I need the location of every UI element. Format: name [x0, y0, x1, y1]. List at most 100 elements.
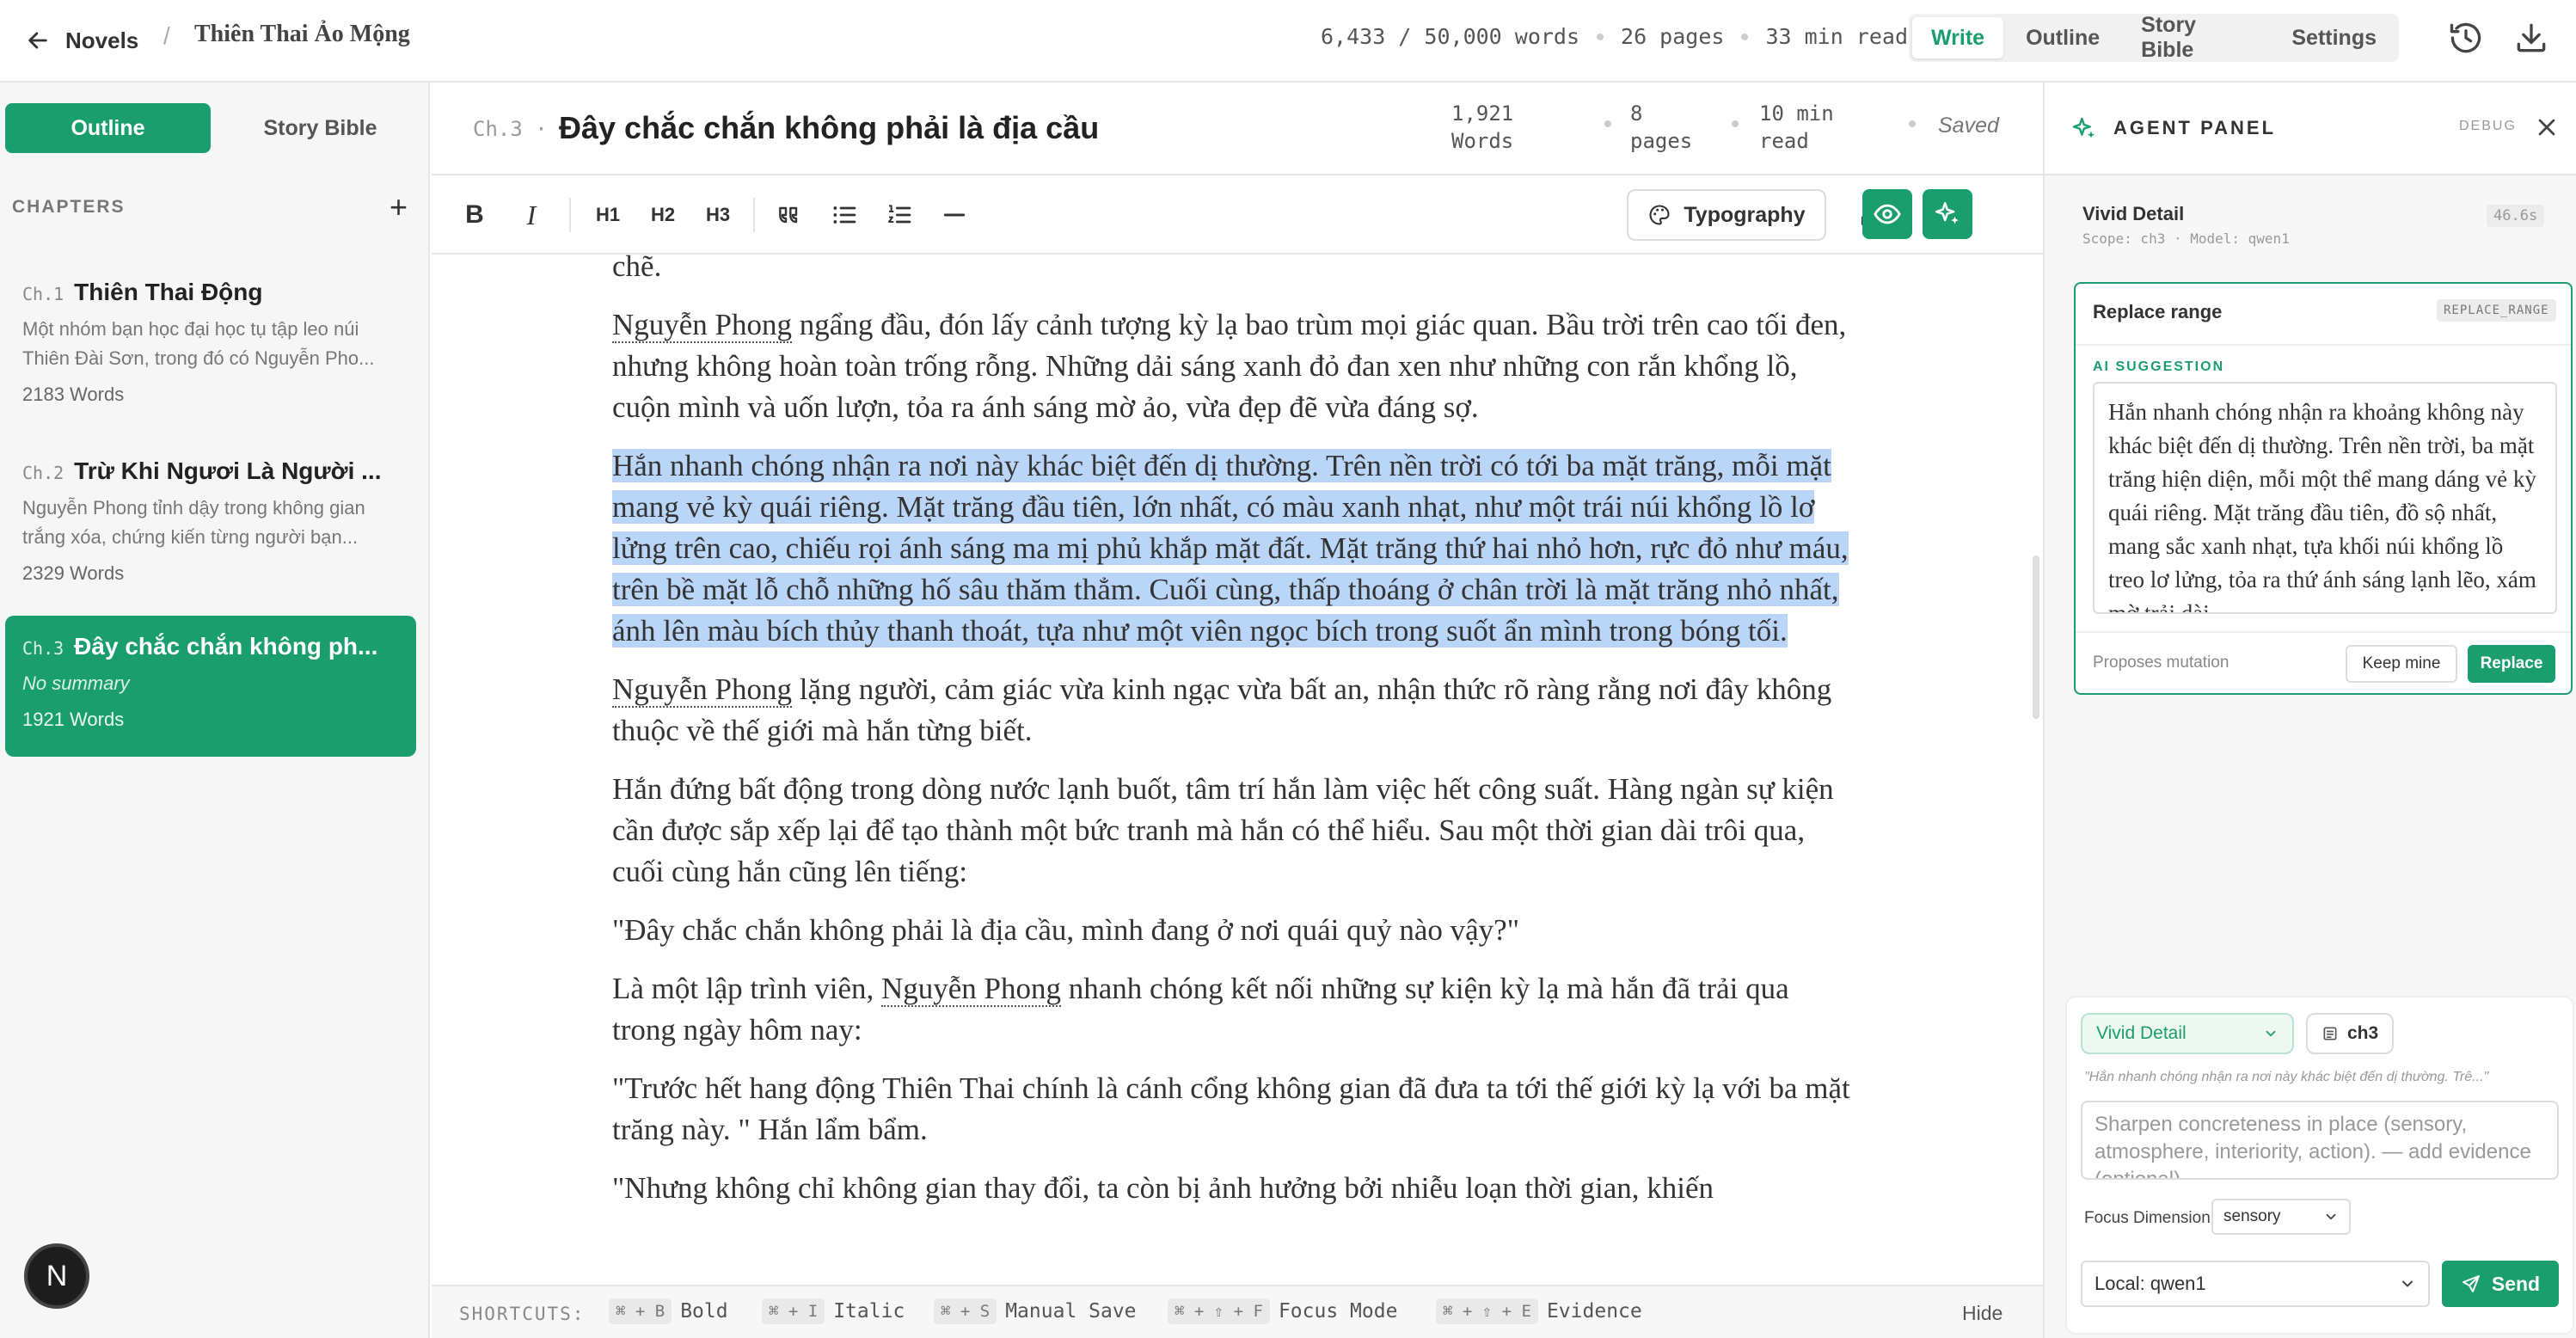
character-name-link[interactable]: Nguyễn Phong	[612, 308, 793, 343]
document-scrollbar[interactable]	[2033, 555, 2039, 719]
shortcut-keys: ⌘ + S	[934, 1298, 997, 1324]
shortcut-action: Bold	[680, 1300, 728, 1323]
send-label: Send	[2491, 1272, 2541, 1295]
chapter-number: Ch.3	[22, 638, 64, 659]
divider	[2076, 344, 2571, 346]
paragraph[interactable]: Là một lập trình viên, Nguyễn Phong nhan…	[612, 968, 1850, 1051]
chapter-document[interactable]: Nguyễn Phong đứng giữa dòng nước, ngơ ng…	[432, 255, 2043, 1285]
heading-2-button[interactable]: H2	[641, 196, 684, 234]
paragraph[interactable]: Nguyễn Phong lặng người, cảm giác vừa ki…	[612, 669, 1850, 752]
preview-toggle-button[interactable]	[1862, 189, 1912, 239]
stat-dot	[1909, 120, 1916, 127]
chapter-word-count: 2183 Words	[22, 384, 125, 405]
bullet-list-icon	[831, 201, 858, 229]
chapter-item-3[interactable]: Ch.3 Đây chắc chắn không ph... No summar…	[5, 616, 416, 757]
paragraph[interactable]: "Trước hết hang động Thiên Thai chính là…	[612, 1068, 1850, 1151]
horizontal-rule-button[interactable]	[935, 196, 973, 234]
model-select[interactable]: Local: qwen1	[2081, 1261, 2430, 1307]
paragraph[interactable]: "Đây chắc chắn không phải là địa cầu, mì…	[612, 910, 1850, 951]
tab-settings[interactable]: Settings	[2272, 17, 2395, 58]
typography-button[interactable]: Typography	[1627, 189, 1826, 241]
chapter-title-heading[interactable]: Đây chắc chắn không phải là địa cầu	[559, 110, 1099, 146]
shortcut-italic: ⌘ + I Italic	[762, 1298, 905, 1324]
back-to-novels-button[interactable]: Novels	[26, 21, 138, 60]
chapter-title: Đây chắc chắn không ph...	[74, 633, 378, 660]
tab-write[interactable]: Write	[1912, 17, 2004, 58]
chapters-section-label: CHAPTERS	[12, 197, 126, 217]
hide-shortcuts-button[interactable]: Hide	[1962, 1302, 2003, 1325]
quote-icon	[776, 201, 803, 229]
chapter-item-1[interactable]: Ch.1 Thiên Thai Động Một nhóm bạn học đạ…	[5, 261, 416, 416]
paragraph-text: Là một lập trình viên,	[612, 972, 881, 1005]
sidebar-tab-outline[interactable]: Outline	[5, 103, 211, 153]
user-avatar[interactable]: N	[24, 1243, 89, 1309]
task-name: Vivid Detail	[2082, 203, 2185, 224]
chapter-item-2[interactable]: Ch.2 Trừ Khi Ngươi Là Người ... Nguyễn P…	[5, 440, 416, 595]
proposal-type-badge: REPLACE_RANGE	[2437, 299, 2556, 322]
tab-story-bible[interactable]: Story Bible	[2122, 13, 2269, 62]
keep-mine-button[interactable]: Keep mine	[2346, 645, 2457, 683]
selected-paragraph[interactable]: Hắn nhanh chóng nhận ra nơi này khác biệ…	[612, 445, 1850, 652]
sidebar-tab-story-bible[interactable]: Story Bible	[218, 103, 423, 153]
paragraph[interactable]: Nguyễn Phong đứng giữa dòng nước, ngơ ng…	[612, 255, 1850, 287]
shortcut-action: Manual Save	[1005, 1300, 1137, 1323]
top-bar: Novels / Thiên Thai Ảo Mộng 6,433 / 50,0…	[0, 0, 2576, 83]
shortcut-focus-mode: ⌘ + ⇧ + F Focus Mode	[1168, 1298, 1397, 1324]
chapter-pages-stat: 8 pages	[1630, 100, 1692, 155]
agent-sparkle-icon	[2070, 115, 2098, 143]
paragraph[interactable]: "Nhưng không chỉ không gian thay đổi, ta…	[612, 1168, 1850, 1209]
chapter-words-stat: 1,921 Words	[1451, 100, 1513, 155]
chapter-title: Trừ Khi Ngươi Là Người ...	[74, 457, 382, 484]
paragraph[interactable]: Hắn đứng bất động trong dòng nước lạnh b…	[612, 769, 1850, 893]
prompt-input[interactable]: Sharpen concreteness in place (sensory, …	[2081, 1101, 2559, 1180]
chapter-read-stat: 10 min read	[1759, 100, 1834, 155]
download-button[interactable]	[2512, 19, 2550, 57]
close-icon[interactable]	[2533, 114, 2561, 141]
shortcut-action: Evidence	[1546, 1300, 1642, 1323]
paragraph[interactable]: Nguyễn Phong ngẩng đầu, đón lấy cảnh tượ…	[612, 304, 1850, 428]
agent-panel: AGENT PANEL DEBUG Vivid Detail Scope: ch…	[2043, 83, 2576, 1338]
selection-highlight[interactable]: Hắn nhanh chóng nhận ra nơi này khác biệ…	[612, 449, 1849, 648]
typography-label: Typography	[1684, 202, 1806, 227]
blockquote-button[interactable]	[770, 196, 808, 234]
tab-outline[interactable]: Outline	[2007, 17, 2119, 58]
character-name-link[interactable]: Nguyễn Phong	[612, 672, 793, 708]
task-duration-badge: 46.6s	[2487, 205, 2545, 227]
debug-toggle[interactable]: DEBUG	[2459, 119, 2517, 134]
replace-button[interactable]: Replace	[2468, 645, 2555, 683]
agent-panel-header: AGENT PANEL DEBUG	[2045, 83, 2576, 175]
ai-suggestion-label: AI SUGGESTION	[2093, 359, 2225, 374]
send-button[interactable]: Send	[2442, 1261, 2559, 1307]
heading-3-button[interactable]: H3	[696, 196, 739, 234]
ai-suggestion-text[interactable]: Hắn nhanh chóng nhận ra khoảng không này…	[2093, 382, 2557, 614]
chapters-sidebar: Outline Story Bible CHAPTERS + Ch.1 Thiê…	[0, 83, 430, 1338]
agent-task-card: Vivid Detail Scope: ch3 · Model: qwen1 4…	[2065, 196, 2559, 260]
agent-toggle-button[interactable]	[1923, 189, 1972, 239]
shortcuts-label: SHORTCUTS:	[459, 1304, 586, 1324]
character-name-link[interactable]: Nguyễn Phong	[880, 972, 1062, 1007]
focus-dimension-select[interactable]: sensory	[2211, 1199, 2351, 1235]
document-content[interactable]: Nguyễn Phong đứng giữa dòng nước, ngơ ng…	[612, 255, 1850, 1226]
add-chapter-button[interactable]: +	[389, 192, 408, 223]
stat-dot	[1732, 120, 1739, 127]
bullet-list-button[interactable]	[825, 196, 863, 234]
proposal-title: Replace range	[2093, 301, 2223, 322]
history-button[interactable]	[2447, 19, 2485, 57]
skill-select[interactable]: Vivid Detail	[2081, 1013, 2294, 1054]
scope-chip[interactable]: ch3	[2306, 1013, 2395, 1054]
send-icon	[2461, 1274, 2481, 1294]
read-label: read	[1759, 129, 1809, 153]
word-count-stat: 6,433 / 50,000 words	[1321, 24, 1580, 49]
shortcut-keys: ⌘ + ⇧ + F	[1168, 1298, 1270, 1324]
italic-button[interactable]: I	[514, 196, 549, 234]
shortcut-manual-save: ⌘ + S Manual Save	[934, 1298, 1137, 1324]
numbered-list-button[interactable]	[880, 196, 918, 234]
focus-dimension-label: Focus Dimension	[2084, 1209, 2211, 1227]
chevron-down-icon	[2323, 1209, 2339, 1224]
toolbar-divider	[569, 198, 571, 232]
replace-range-proposal: Replace range REPLACE_RANGE AI SUGGESTIO…	[2074, 282, 2573, 695]
shortcut-action: Focus Mode	[1278, 1300, 1398, 1323]
heading-1-button[interactable]: H1	[586, 196, 629, 234]
numbered-list-icon	[886, 201, 913, 229]
bold-button[interactable]: B	[457, 196, 492, 234]
